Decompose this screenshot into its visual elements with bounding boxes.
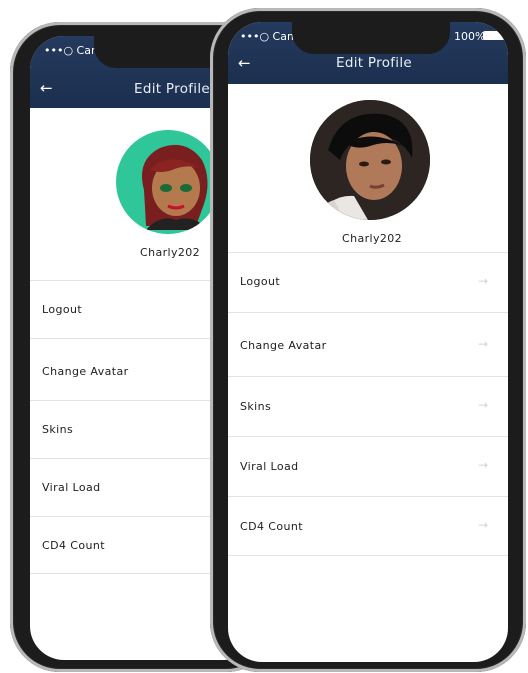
avatar[interactable] (310, 100, 430, 220)
menu-item-change-avatar[interactable]: Change Avatar → (228, 312, 508, 376)
arrow-left-icon[interactable]: ← (238, 54, 251, 72)
menu-item-label: Viral Load (240, 460, 299, 473)
menu-item-label: CD4 Count (240, 520, 303, 533)
nav-title: Edit Profile (336, 55, 413, 71)
arrow-right-icon: → (477, 518, 488, 532)
phone-front-screen: •••○ Cam 100% ← Edit Profile Charly202 L… (228, 22, 508, 662)
menu-item-label: Skins (240, 400, 272, 413)
phone-front: •••○ Cam 100% ← Edit Profile Charly202 L… (210, 8, 526, 672)
menu-item-label: Logout (240, 275, 281, 288)
menu-item-label: Skins (42, 423, 74, 436)
menu-item-label: CD4 Count (42, 539, 105, 552)
battery-icon (483, 31, 505, 40)
menu-item-cd4-count[interactable]: CD4 Count → (228, 496, 508, 556)
username: Charly202 (342, 232, 403, 245)
notch (292, 22, 450, 54)
menu-item-logout[interactable]: Logout → (228, 252, 508, 312)
arrow-left-icon[interactable]: ← (40, 79, 53, 97)
nav-title: Edit Profile (134, 81, 211, 97)
username: Charly202 (140, 246, 201, 259)
status-carrier: •••○ Cam (240, 30, 298, 43)
avatar[interactable] (116, 130, 220, 234)
photo-avatar-man-icon (310, 100, 430, 220)
menu-item-label: Logout (42, 303, 83, 316)
arrow-right-icon: → (477, 398, 488, 412)
cartoon-avatar-woman-icon (142, 144, 208, 230)
arrow-right-icon: → (477, 274, 488, 288)
status-battery-text: 100% (454, 30, 486, 43)
menu-item-viral-load[interactable]: Viral Load → (228, 436, 508, 496)
menu-item-label: Change Avatar (42, 365, 129, 378)
menu-item-label: Change Avatar (240, 339, 327, 352)
menu-item-skins[interactable]: Skins → (228, 376, 508, 436)
arrow-right-icon: → (477, 458, 488, 472)
menu-item-label: Viral Load (42, 481, 101, 494)
arrow-right-icon: → (477, 337, 488, 351)
